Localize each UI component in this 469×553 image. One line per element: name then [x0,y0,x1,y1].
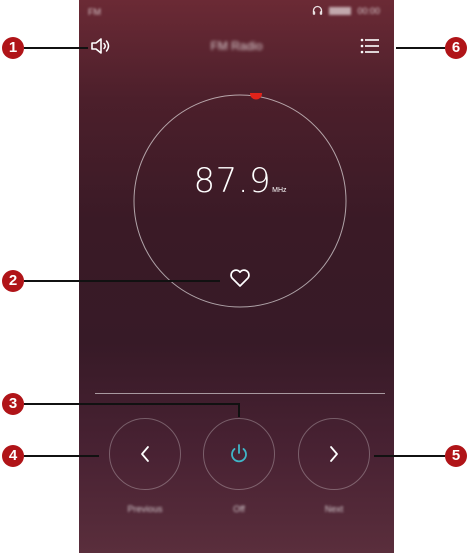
callout-line-1 [24,47,88,49]
power-label: Off [233,504,245,514]
callout-line-2 [24,280,220,282]
callout-badge-1: 1 [2,37,24,59]
next-button[interactable] [298,418,370,490]
app-toolbar: FM Radio [79,24,394,68]
manual-figure: FM 00:00 FM Radio 87.9MHz Previous Off N… [0,0,469,553]
status-right-group: 00:00 [312,5,380,16]
frequency-value: 87.9 [193,161,272,201]
phone-screen: FM 00:00 FM Radio 87.9MHz Previous Off N… [79,0,394,553]
callout-badge-2: 2 [2,270,24,292]
signal-battery-icon [329,6,352,15]
callout-line-5 [374,455,445,457]
favorite-button[interactable] [229,268,251,288]
frequency-unit: MHz [272,187,287,194]
callout-line-6 [396,47,445,49]
status-carrier-text: FM [88,7,101,17]
status-time: 00:00 [357,5,380,16]
previous-button[interactable] [109,418,181,490]
callout-badge-5: 5 [445,445,467,467]
callout-line-4 [24,455,99,457]
frequency-marker [250,93,262,100]
callout-badge-6: 6 [445,37,467,59]
page-title: FM Radio [210,39,263,53]
callout-badge-4: 4 [2,445,24,467]
tuner-scale-line[interactable] [95,393,385,394]
headset-icon [312,5,323,16]
list-menu-icon [358,38,382,61]
tuning-dial[interactable]: 87.9MHz [132,93,348,309]
frequency-display: 87.9MHz [132,161,348,201]
callout-line-3-drop [238,403,240,417]
next-label: Next [324,504,344,514]
callout-badge-3: 3 [2,393,24,415]
station-list-button[interactable] [358,35,382,57]
callout-line-3 [24,403,240,405]
previous-label: Previous [127,504,163,514]
status-bar: FM 00:00 [79,0,394,24]
power-button[interactable] [203,418,275,490]
